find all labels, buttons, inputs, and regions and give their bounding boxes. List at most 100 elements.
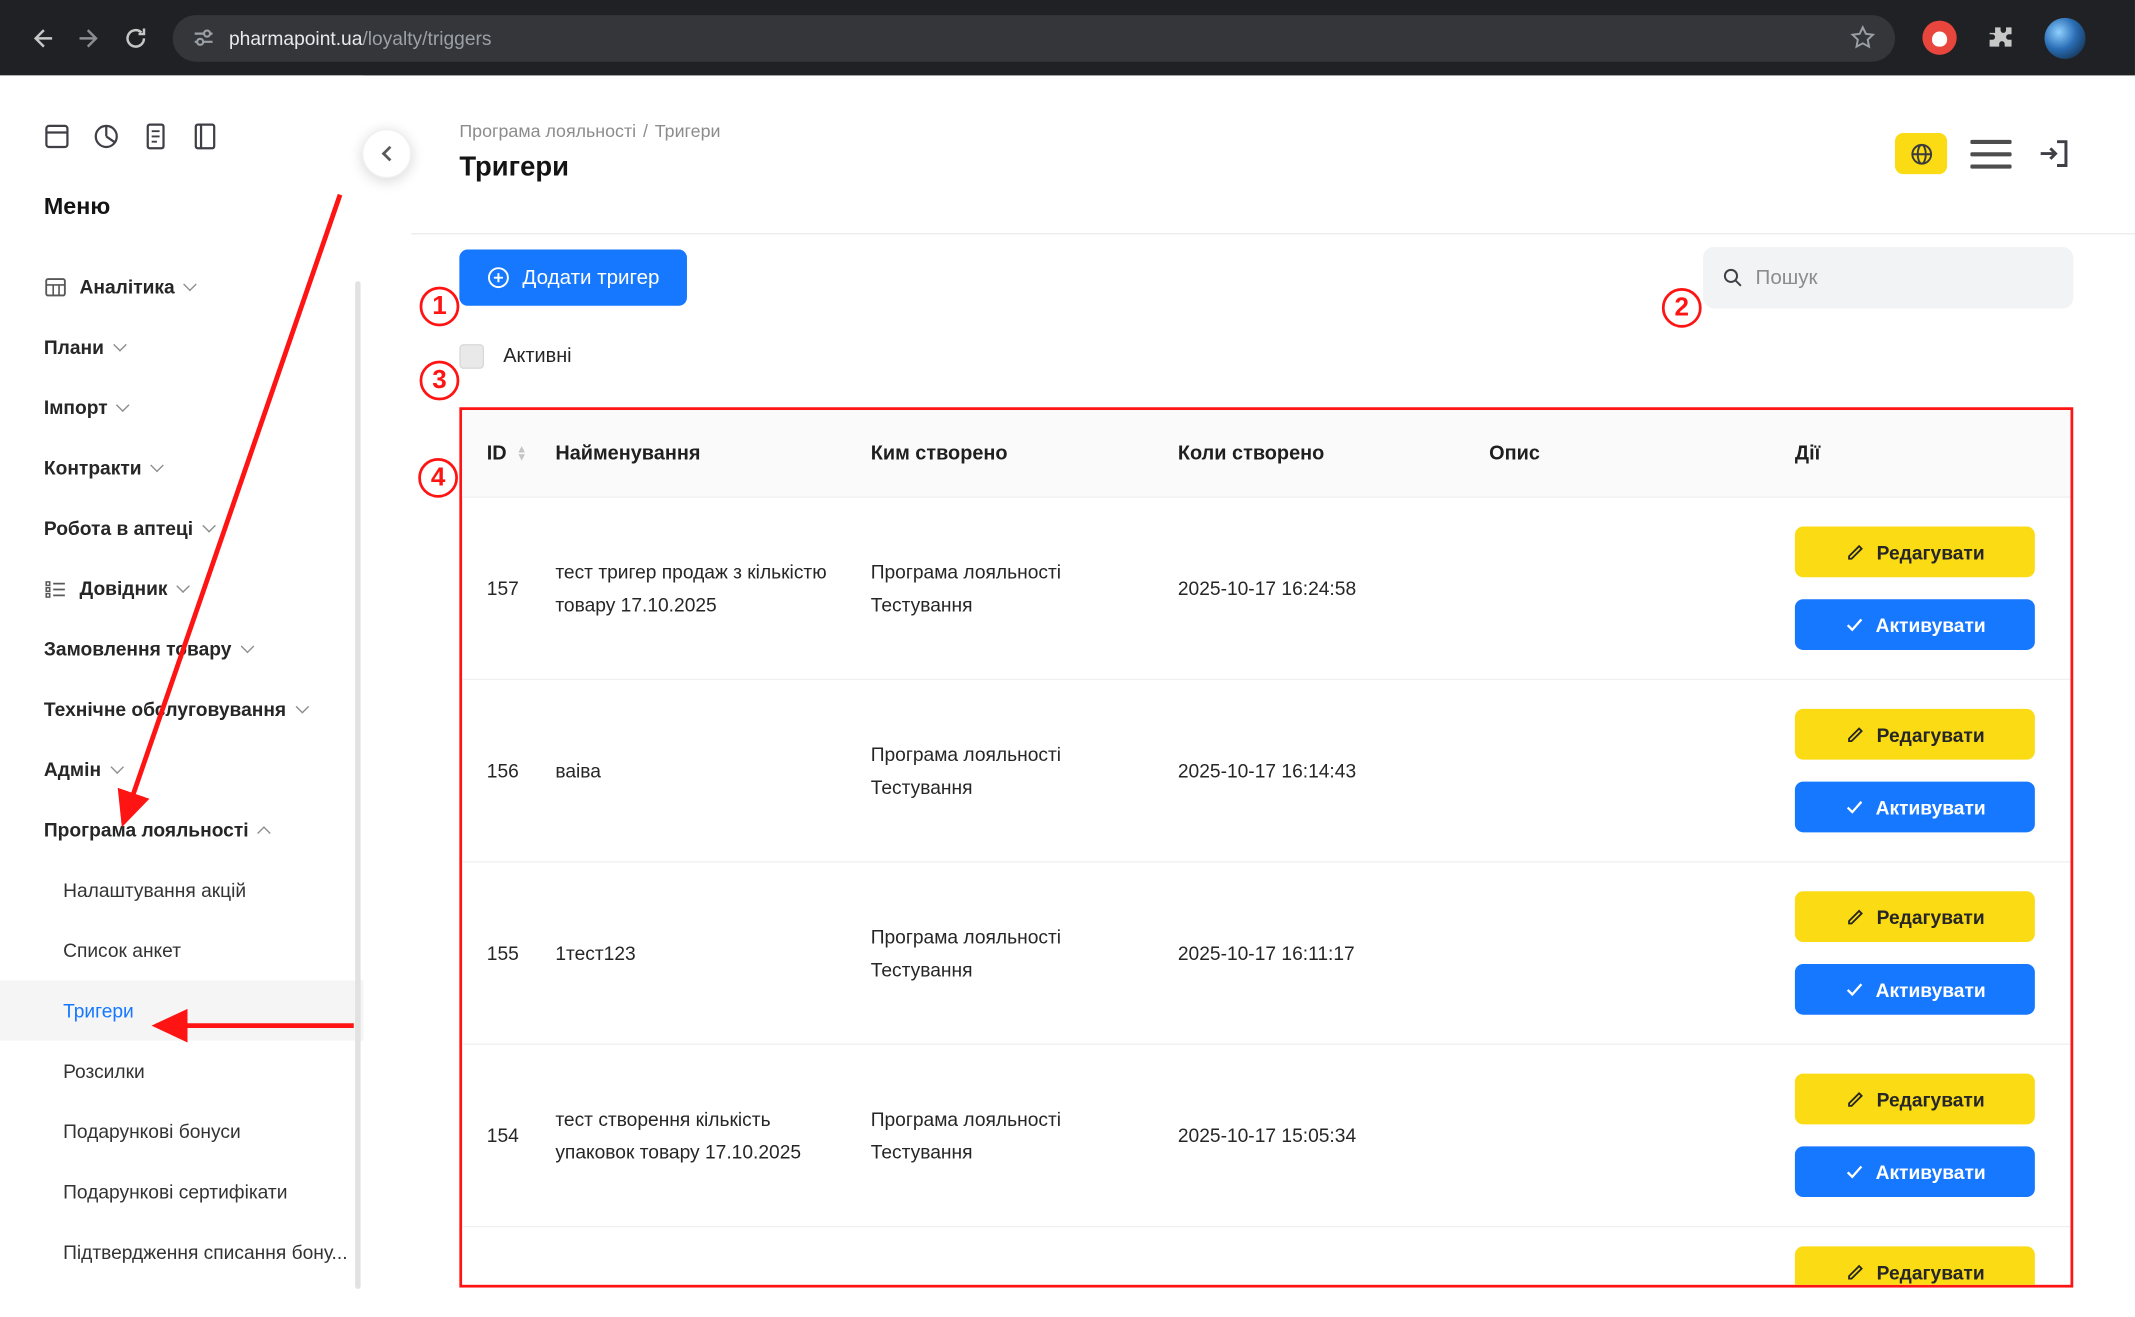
- subitem-label: Подарункові бонуси: [63, 1120, 241, 1142]
- subitem-label: Подарункові сертифікати: [63, 1181, 287, 1203]
- annotation-number-4: 4: [418, 458, 458, 498]
- burger-line: [1970, 152, 2011, 156]
- pencil-icon: [1845, 906, 1866, 927]
- chevron-down-icon: [176, 579, 190, 593]
- sidebar-quick-icons: [0, 75, 363, 152]
- plus-circle-icon: [487, 266, 510, 289]
- refresh-icon: [122, 24, 149, 51]
- edit-button[interactable]: Редагувати: [1795, 527, 2035, 578]
- edit-button[interactable]: Редагувати: [1795, 1246, 2035, 1287]
- sidebar-subitem-questionnaires[interactable]: Список анкет: [0, 920, 363, 980]
- toolbar: Додати тригер: [459, 247, 2073, 309]
- sidebar-item-label: Програма лояльності: [44, 819, 249, 841]
- cell-actions: Редагувати Активувати: [1795, 891, 2071, 1014]
- sidebar-item-maintenance[interactable]: Технічне обслуговування: [0, 679, 363, 739]
- activate-button[interactable]: Активувати: [1795, 782, 2035, 833]
- main-content: Програма лояльності/Тригери Тригери Дода…: [363, 75, 2135, 1317]
- sidebar-item-admin[interactable]: Адмін: [0, 739, 363, 799]
- sidebar-subitem-promo-settings[interactable]: Налаштування акцій: [0, 860, 363, 920]
- active-filter: Активні: [459, 344, 2073, 369]
- sort-icon[interactable]: ▲▼: [516, 445, 527, 461]
- sidebar-item-pharmacy-work[interactable]: Робота в аптеці: [0, 498, 363, 558]
- address-bar[interactable]: pharmapoint.ua/loyalty/triggers: [173, 14, 1895, 61]
- back-button[interactable]: [19, 14, 66, 61]
- header-label: ID: [487, 442, 507, 464]
- book-icon[interactable]: [189, 121, 221, 153]
- sidebar-menu: Аналітика Плани Імпорт Контракти Робота …: [0, 256, 363, 1282]
- breadcrumb-parent[interactable]: Програма лояльності: [459, 121, 636, 142]
- sidebar-item-contracts[interactable]: Контракти: [0, 437, 363, 497]
- table-row: 155 1тест123 Програма лояльності Тестува…: [462, 862, 2070, 1044]
- pie-chart-icon[interactable]: [90, 121, 122, 153]
- sidebar-item-plans[interactable]: Плани: [0, 317, 363, 377]
- check-icon: [1844, 979, 1865, 1000]
- forward-button[interactable]: [66, 14, 113, 61]
- cell-actions: Редагувати Активувати: [1795, 527, 2071, 650]
- cell-created-by: Програма лояльності Тестування: [871, 920, 1178, 986]
- breadcrumb: Програма лояльності/Тригери: [459, 75, 2073, 141]
- sidebar-item-analytics[interactable]: Аналітика: [0, 256, 363, 316]
- table-row: 157 тест тригер продаж з кількістю товар…: [462, 498, 2070, 680]
- sidebar-subitem-mailings[interactable]: Розсилки: [0, 1041, 363, 1101]
- url-domain: pharmapoint.ua: [229, 27, 362, 49]
- sidebar-item-label: Робота в аптеці: [44, 517, 193, 539]
- edit-button[interactable]: Редагувати: [1795, 709, 2035, 760]
- annotation-number-1: 1: [420, 287, 460, 327]
- sidebar-subitem-gift-certificates[interactable]: Подарункові сертифікати: [0, 1161, 363, 1221]
- cell-name: тест тригер продаж з кількістю товару 17…: [555, 555, 870, 621]
- annotation-number-3: 3: [420, 361, 460, 401]
- add-trigger-button[interactable]: Додати тригер: [459, 250, 687, 306]
- header-divider: [411, 233, 2135, 234]
- language-button[interactable]: [1895, 133, 1947, 174]
- cell-id: 156: [462, 760, 555, 782]
- edit-label: Редагувати: [1877, 1261, 1985, 1283]
- sidebar-item-goods-order[interactable]: Замовлення товару: [0, 618, 363, 678]
- edit-label: Редагувати: [1877, 723, 1985, 745]
- profile-avatar[interactable]: [2044, 17, 2085, 58]
- header-actions: [1895, 133, 2073, 174]
- activate-label: Активувати: [1876, 1161, 1986, 1183]
- menu-toggle-button[interactable]: [1970, 139, 2011, 168]
- sidebar-item-directory[interactable]: Довідник: [0, 558, 363, 618]
- sidebar-item-import[interactable]: Імпорт: [0, 377, 363, 437]
- active-filter-label: Активні: [503, 346, 571, 368]
- extensions-puzzle-icon[interactable]: [1984, 21, 2017, 54]
- edit-button[interactable]: Редагувати: [1795, 891, 2035, 942]
- activate-button[interactable]: Активувати: [1795, 964, 2035, 1015]
- cell-created-by: Програма лояльності Тестування: [871, 738, 1178, 804]
- active-filter-checkbox[interactable]: [459, 344, 484, 369]
- edit-button[interactable]: Редагувати: [1795, 1074, 2035, 1125]
- pencil-icon: [1845, 724, 1866, 745]
- cell-id: 155: [462, 942, 555, 964]
- adblock-extension-icon[interactable]: [1922, 21, 1956, 55]
- chevron-down-icon: [113, 337, 127, 351]
- activate-button[interactable]: Активувати: [1795, 1146, 2035, 1197]
- sidebar-subitem-triggers[interactable]: Тригери: [0, 980, 363, 1040]
- sidebar-subitem-bonus-writeoff-confirm[interactable]: Підтвердження списання бону...: [0, 1222, 363, 1282]
- sidebar-item-label: Плани: [44, 336, 104, 358]
- document-icon[interactable]: [140, 121, 172, 153]
- search-box: [1703, 247, 2073, 309]
- browser-chrome: pharmapoint.ua/loyalty/triggers: [0, 0, 2135, 75]
- bookmark-star-button[interactable]: [1850, 25, 1876, 51]
- activate-button[interactable]: Активувати: [1795, 599, 2035, 650]
- activate-label: Активувати: [1876, 614, 1986, 636]
- list-icon: [44, 577, 67, 600]
- logout-icon[interactable]: [2035, 136, 2073, 172]
- sidebar-item-label: Контракти: [44, 457, 142, 479]
- edit-label: Редагувати: [1877, 541, 1985, 563]
- star-icon: [1850, 25, 1876, 51]
- sidebar-subitem-gift-bonuses[interactable]: Подарункові бонуси: [0, 1101, 363, 1161]
- sidebar-scrollbar[interactable]: [355, 281, 360, 1289]
- edit-label: Редагувати: [1877, 906, 1985, 928]
- sidebar-collapse-button[interactable]: [362, 129, 411, 178]
- burger-line: [1970, 164, 2011, 168]
- refresh-button[interactable]: [112, 14, 159, 61]
- search-input[interactable]: [1756, 266, 2055, 289]
- subitem-label: Список анкет: [63, 939, 181, 961]
- check-icon: [1844, 1161, 1865, 1182]
- archive-icon[interactable]: [41, 121, 73, 153]
- sidebar-item-label: Імпорт: [44, 396, 108, 418]
- column-header-id[interactable]: ID ▲▼: [462, 442, 555, 464]
- sidebar-item-loyalty-program[interactable]: Програма лояльності: [0, 799, 363, 859]
